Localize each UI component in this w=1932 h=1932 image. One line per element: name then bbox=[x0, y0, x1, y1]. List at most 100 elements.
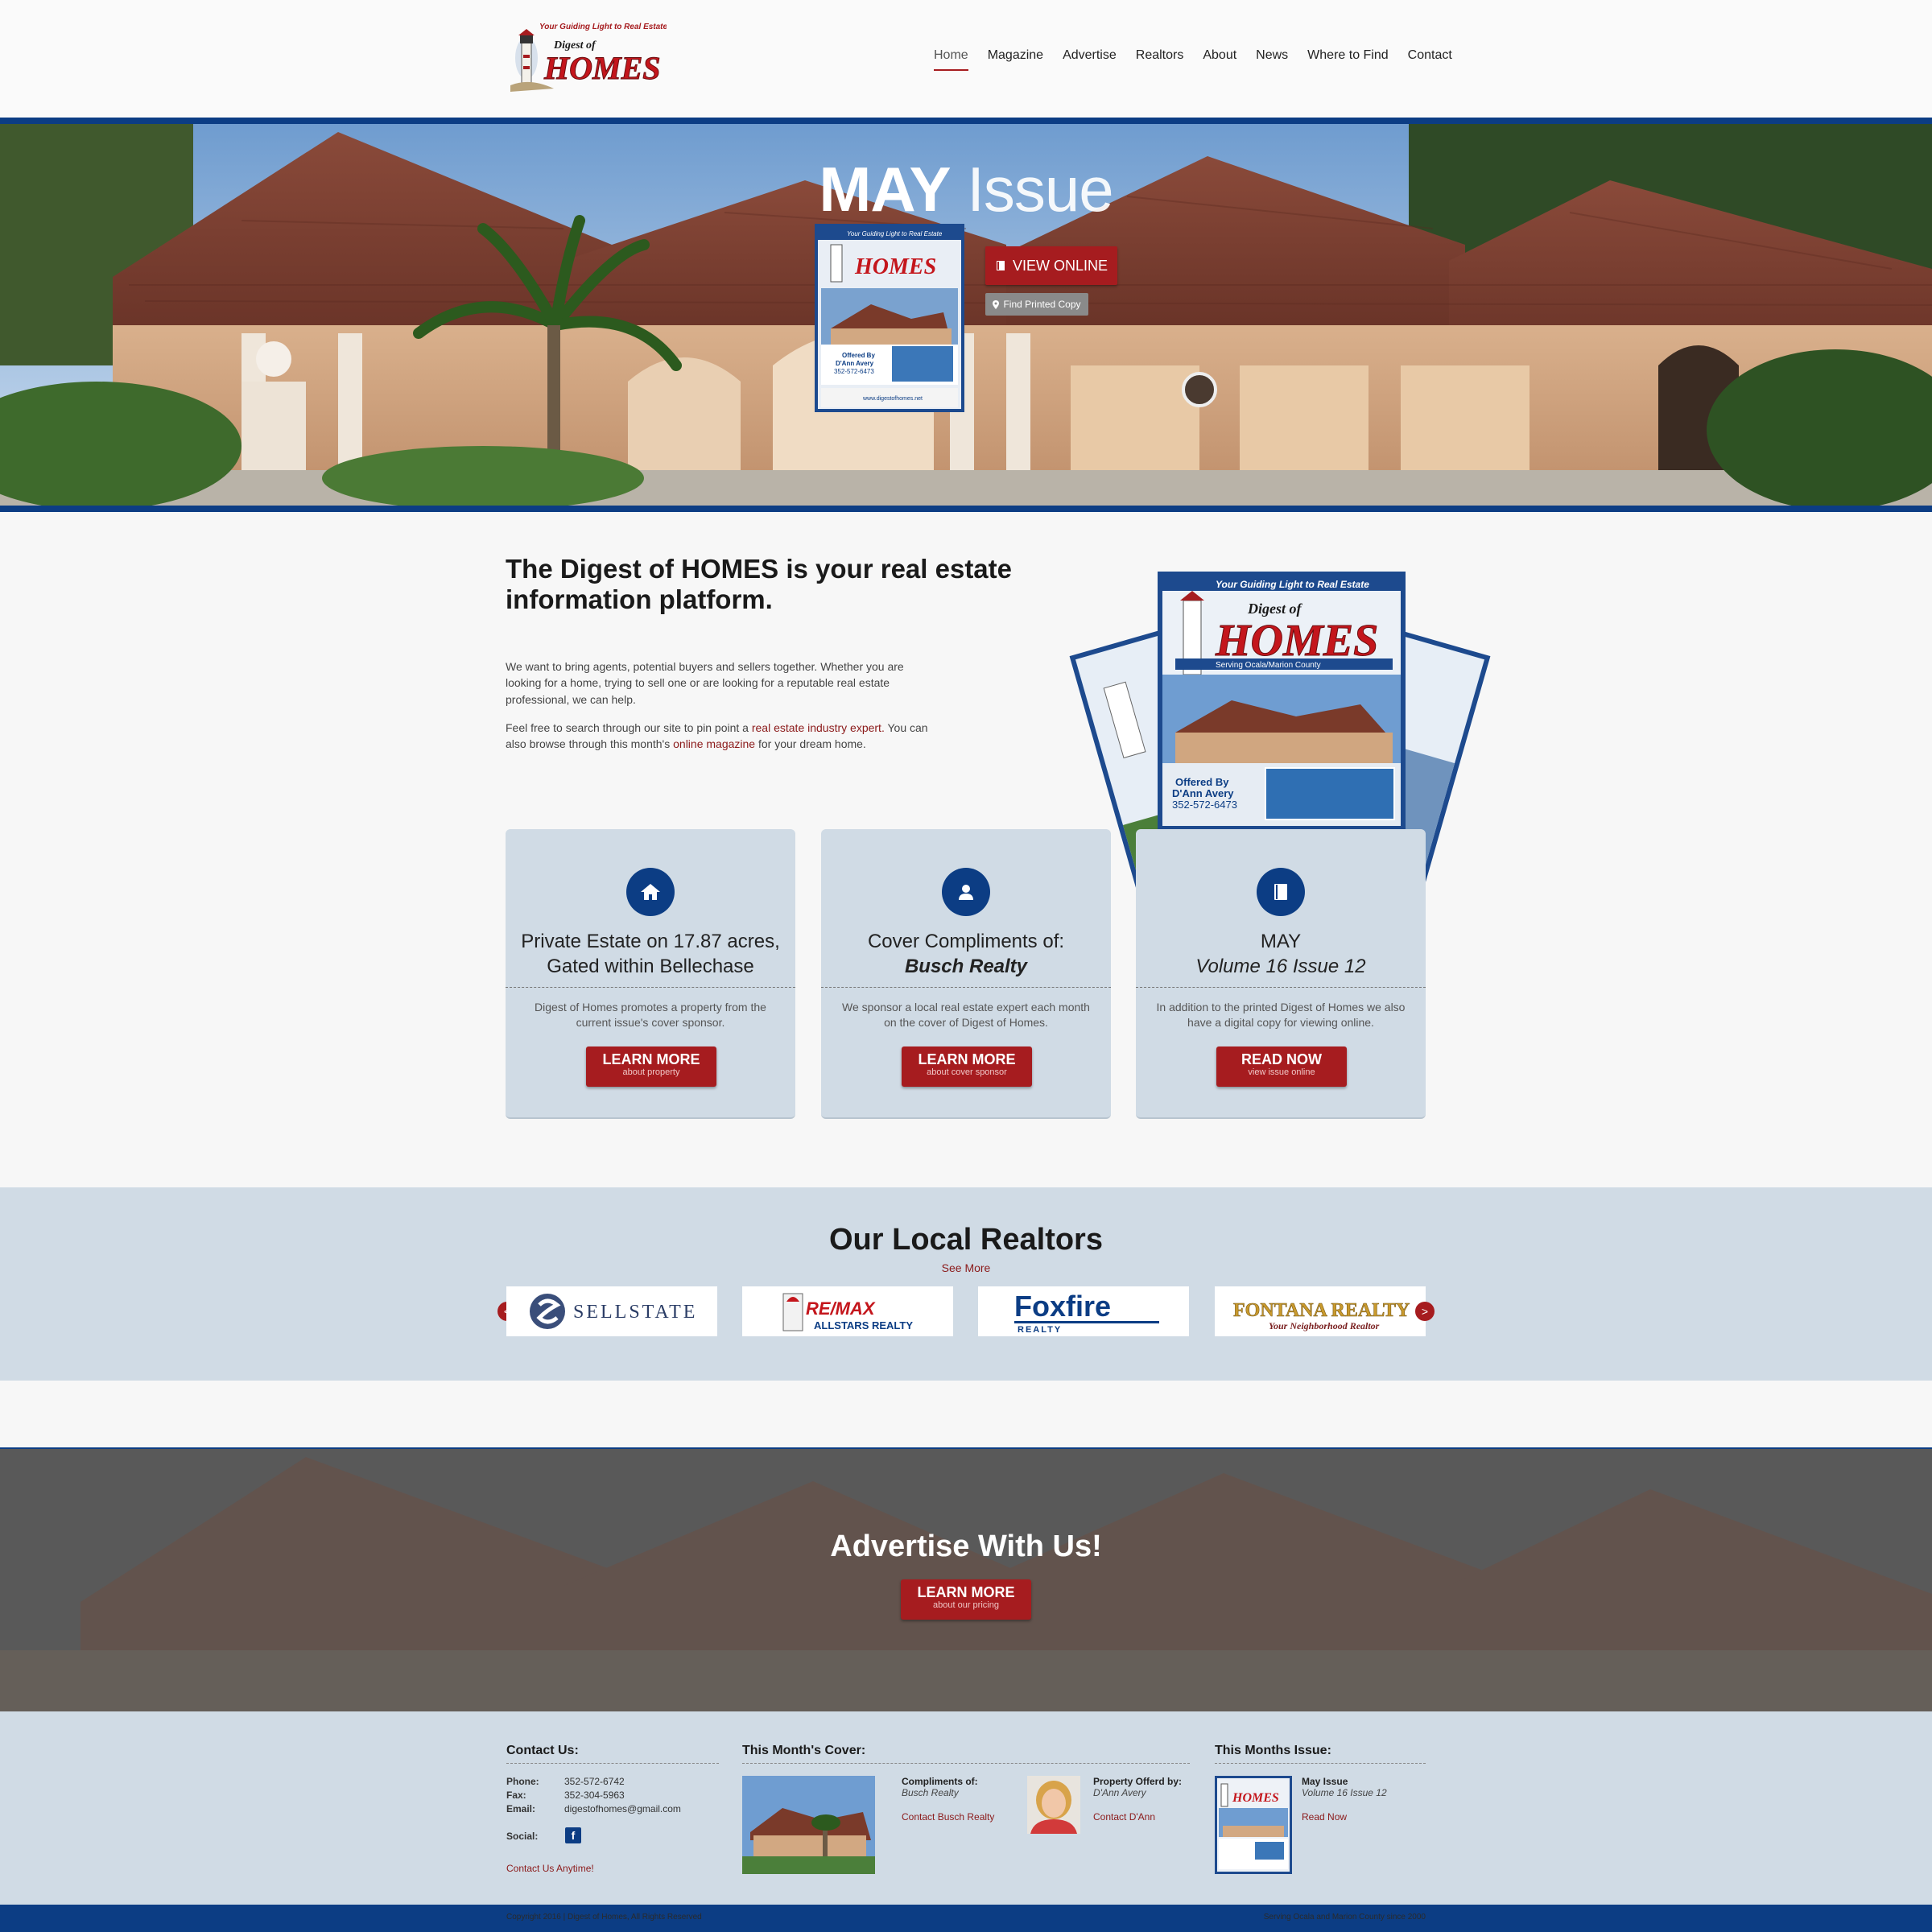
card-title: Cover Compliments of: Busch Realty bbox=[867, 931, 1065, 978]
card-title: MAY Volume 16 Issue 12 bbox=[1195, 931, 1366, 978]
facebook-icon[interactable]: f bbox=[565, 1827, 581, 1843]
svg-text:FONTANA REALTY: FONTANA REALTY bbox=[1233, 1300, 1410, 1321]
realtors-heading: Our Local Realtors bbox=[829, 1223, 1103, 1257]
learn-more-property-button[interactable]: LEARN MORE about property bbox=[586, 1046, 716, 1087]
footer-fax: Fax: 352-304-5963 bbox=[506, 1790, 625, 1801]
cover-house-thumbnail[interactable] bbox=[742, 1776, 875, 1874]
footer-issue-info: May Issue Volume 16 Issue 12 Read Now bbox=[1302, 1776, 1387, 1823]
nav-realtors[interactable]: Realtors bbox=[1136, 48, 1184, 71]
nav-about[interactable]: About bbox=[1203, 48, 1236, 71]
contact-anytime-link[interactable]: Contact Us Anytime! bbox=[506, 1863, 594, 1874]
footer-cover-heading: This Month's Cover: bbox=[742, 1744, 1190, 1764]
read-now-button[interactable]: READ NOW view issue online bbox=[1216, 1046, 1347, 1087]
svg-text:HOMES: HOMES bbox=[1232, 1791, 1279, 1805]
view-online-label: VIEW ONLINE bbox=[1012, 257, 1108, 274]
home-icon bbox=[626, 868, 675, 916]
learn-more-sponsor-button[interactable]: LEARN MORE about cover sponsor bbox=[902, 1046, 1032, 1087]
footer-email: Email: digestofhomes@gmail.com bbox=[506, 1803, 681, 1814]
svg-text:HOMES: HOMES bbox=[1215, 616, 1378, 666]
advertise-section: Advertise With Us! LEARN MORE about our … bbox=[0, 1447, 1932, 1711]
book-icon bbox=[1257, 868, 1305, 916]
card-description: Digest of Homes promotes a property from… bbox=[535, 1001, 766, 1029]
svg-text:REALTY: REALTY bbox=[1018, 1325, 1062, 1334]
svg-text:Your Neighborhood Realtor: Your Neighborhood Realtor bbox=[1269, 1320, 1380, 1331]
learn-more-pricing-button[interactable]: LEARN MORE about our pricing bbox=[901, 1579, 1031, 1620]
see-more-link[interactable]: See More bbox=[0, 1261, 1932, 1274]
svg-text:Offered By: Offered By bbox=[842, 352, 875, 359]
feature-card-property: Private Estate on 17.87 acres, Gated wit… bbox=[506, 829, 795, 1119]
footer-issue-heading: This Months Issue: bbox=[1215, 1744, 1426, 1764]
realtors-section: Our Local Realtors See More < SELLSTATE … bbox=[0, 1187, 1932, 1381]
user-icon bbox=[942, 868, 990, 916]
svg-text:Your Guiding Light to Real Est: Your Guiding Light to Real Estate bbox=[847, 230, 943, 237]
contact-busch-realty-link[interactable]: Contact Busch Realty bbox=[902, 1811, 994, 1823]
copyright-text: Copyright 2016 | Digest of Homes, All Ri… bbox=[506, 1913, 702, 1922]
agent-avatar bbox=[1027, 1776, 1080, 1834]
footer-social-label: Social: bbox=[506, 1831, 539, 1842]
map-marker-icon bbox=[993, 299, 1000, 309]
card-divider bbox=[821, 987, 1111, 988]
svg-text:HOMES: HOMES bbox=[543, 50, 661, 86]
nav-where-to-find[interactable]: Where to Find bbox=[1307, 48, 1388, 71]
site-header: Your Guiding Light to Real Estate Digest… bbox=[0, 0, 1932, 118]
hero-title-issue: Issue bbox=[967, 154, 1113, 225]
card-description: We sponsor a local real estate expert ea… bbox=[842, 1001, 1090, 1029]
nav-home[interactable]: Home bbox=[934, 48, 968, 71]
realtor-logo-foxfire[interactable]: Foxfire REALTY bbox=[978, 1286, 1189, 1336]
contact-dann-link[interactable]: Contact D'Ann bbox=[1093, 1811, 1182, 1823]
nav-contact[interactable]: Contact bbox=[1408, 48, 1452, 71]
svg-text:ALLSTARS REALTY: ALLSTARS REALTY bbox=[814, 1319, 913, 1331]
serving-text: Serving Ocala and Marion County since 20… bbox=[1263, 1913, 1426, 1922]
svg-text:Offered By: Offered By bbox=[1175, 776, 1229, 788]
svg-text:Your Guiding Light to Real Est: Your Guiding Light to Real Estate bbox=[1216, 579, 1369, 590]
hero-magazine-cover[interactable]: Your Guiding Light to Real Estate HOMES … bbox=[815, 224, 964, 412]
footer-contact-heading: Contact Us: bbox=[506, 1744, 719, 1764]
svg-text:D'Ann Avery: D'Ann Avery bbox=[1172, 787, 1234, 799]
svg-text:352-572-6473: 352-572-6473 bbox=[834, 368, 874, 375]
nav-news[interactable]: News bbox=[1256, 48, 1288, 71]
footer-read-now-link[interactable]: Read Now bbox=[1302, 1811, 1387, 1823]
footer-offered-by: Property Offerd by: D'Ann Avery Contact … bbox=[1093, 1776, 1183, 1823]
svg-text:SELLSTATE: SELLSTATE bbox=[573, 1302, 697, 1323]
card-title: Private Estate on 17.87 acres, Gated wit… bbox=[521, 931, 780, 978]
carousel-next-button[interactable]: > bbox=[1415, 1302, 1435, 1321]
intro-paragraph-links: Feel free to search through our site to … bbox=[506, 721, 928, 751]
hero-title-month: MAY bbox=[819, 154, 951, 225]
svg-text:Foxfire: Foxfire bbox=[1014, 1290, 1111, 1323]
find-printed-copy-button[interactable]: Find Printed Copy bbox=[985, 293, 1088, 316]
realtor-expert-link[interactable]: real estate industry expert. bbox=[752, 721, 885, 734]
card-divider bbox=[1136, 987, 1426, 988]
find-printed-label: Find Printed Copy bbox=[1003, 299, 1081, 310]
svg-text:RE/MAX: RE/MAX bbox=[806, 1298, 876, 1319]
view-online-button[interactable]: VIEW ONLINE bbox=[985, 246, 1117, 285]
nav-magazine[interactable]: Magazine bbox=[988, 48, 1043, 71]
intro-paragraph: We want to bring agents, potential buyer… bbox=[506, 660, 904, 706]
footer-compliments: Compliments of: Busch Realty Contact Bus… bbox=[902, 1776, 995, 1823]
main-nav: Home Magazine Advertise Realtors About N… bbox=[934, 48, 1472, 71]
svg-text:www.digestofhomes.net: www.digestofhomes.net bbox=[862, 396, 923, 402]
advertise-heading: Advertise With Us! bbox=[830, 1530, 1102, 1563]
feature-card-sponsor: Cover Compliments of: Busch Realty We sp… bbox=[821, 829, 1111, 1119]
realtor-logo-fontana[interactable]: FONTANA REALTY Your Neighborhood Realtor bbox=[1215, 1286, 1426, 1336]
site-logo[interactable]: Your Guiding Light to Real Estate Digest… bbox=[506, 18, 668, 101]
svg-text:Serving Ocala/Marion County: Serving Ocala/Marion County bbox=[1216, 661, 1321, 670]
hero-title: MAY Issue bbox=[0, 153, 1932, 226]
intro-heading: The Digest of HOMES is your real estate … bbox=[506, 554, 1012, 614]
realtor-logo-sellstate[interactable]: SELLSTATE bbox=[506, 1286, 717, 1336]
online-magazine-link[interactable]: online magazine bbox=[673, 737, 755, 750]
footer-phone: Phone: 352-572-6742 bbox=[506, 1776, 625, 1787]
realtor-logo-remax[interactable]: RE/MAX ALLSTARS REALTY bbox=[742, 1286, 953, 1336]
footer-email-link[interactable]: digestofhomes@gmail.com bbox=[564, 1803, 681, 1814]
issue-cover-thumbnail[interactable]: HOMES bbox=[1215, 1776, 1292, 1874]
svg-text:352-572-6473: 352-572-6473 bbox=[1172, 799, 1237, 811]
svg-text:Digest of: Digest of bbox=[1247, 601, 1302, 617]
card-description: In addition to the printed Digest of Hom… bbox=[1156, 1001, 1406, 1029]
feature-card-issue: MAY Volume 16 Issue 12 In addition to th… bbox=[1136, 829, 1426, 1119]
svg-text:HOMES: HOMES bbox=[854, 254, 936, 279]
copyright-bar: Copyright 2016 | Digest of Homes, All Ri… bbox=[0, 1905, 1932, 1932]
nav-advertise[interactable]: Advertise bbox=[1063, 48, 1117, 71]
site-footer: Contact Us: Phone: 352-572-6742 Fax: 352-3… bbox=[0, 1711, 1932, 1905]
hero-banner: MAY Issue Your Guiding Light to Real Est… bbox=[0, 118, 1932, 512]
svg-text:D'Ann Avery: D'Ann Avery bbox=[836, 360, 874, 367]
svg-text:Your Guiding Light to Real Est: Your Guiding Light to Real Estate bbox=[539, 23, 667, 31]
